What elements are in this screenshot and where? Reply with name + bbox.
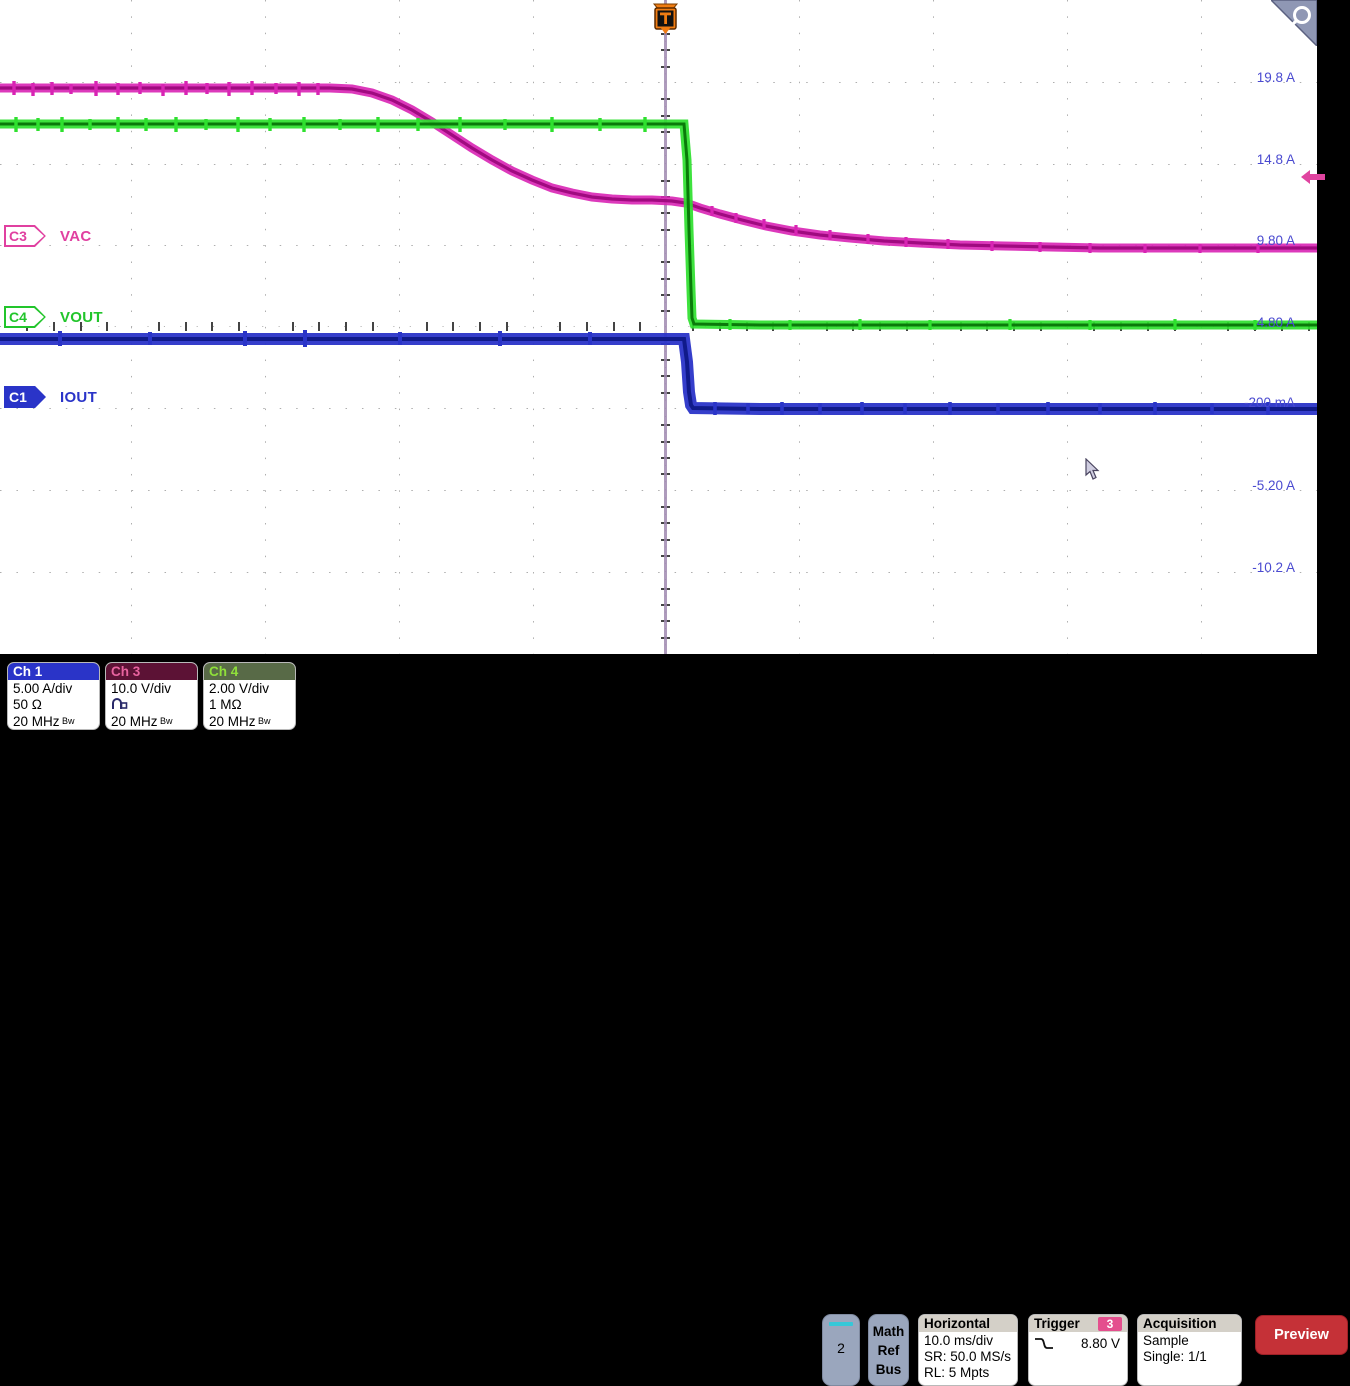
channel-card-ch3-title: Ch 3 (106, 663, 197, 680)
ch1-vertical-scale: 5.00 A/div (13, 681, 73, 696)
channel-marker-c1[interactable]: C1 IOUT (4, 386, 97, 408)
channel-2-button[interactable]: 2 (822, 1314, 860, 1386)
channel-marker-c3[interactable]: C3 VAC (4, 225, 91, 247)
trace-vout (0, 117, 1317, 330)
channel-card-ch1-body: 5.00 A/div 50 Ω 20 MHz Bw (8, 680, 99, 730)
record-length: RL: 5 Mpts (924, 1365, 990, 1381)
channel-card-ch1[interactable]: Ch 1 5.00 A/div 50 Ω 20 MHz Bw (7, 662, 100, 730)
scale-label-0: 19.8 A (1256, 70, 1295, 85)
scale-label-6: -10.2 A (1252, 560, 1295, 575)
ch1-bandwidth: 20 MHz Bw (13, 714, 75, 730)
ch4-vertical-scale: 2.00 V/div (209, 681, 270, 696)
dot-1 (1331, 322, 1339, 329)
channel-card-ch4-title: Ch 4 (204, 663, 295, 680)
scale-label-5: -5.20 A (1252, 478, 1295, 493)
acquisition-card[interactable]: Acquisition Sample Single: 1/1 (1137, 1314, 1242, 1386)
channel-card-ch3-body: 10.0 V/div 20 MHz Bw (106, 680, 197, 730)
channel-label-vac: VAC (60, 227, 92, 245)
waveform-traces (0, 81, 1317, 415)
horizontal-body: 10.0 ms/div SR: 50.0 MS/s RL: 5 Mpts (919, 1332, 1017, 1382)
ref-label: Ref (877, 1343, 900, 1358)
channel-card-ch3[interactable]: Ch 3 10.0 V/div 20 MHz Bw (105, 662, 198, 730)
trace-vac (0, 81, 1317, 253)
channel-card-ch4[interactable]: Ch 4 2.00 V/div 1 MΩ 20 MHz Bw (203, 662, 296, 730)
scale-label-4: -200 mA (1243, 395, 1295, 410)
ch3-vertical-scale: 10.0 V/div (111, 681, 172, 696)
channel-badge-c1-text: C1 (9, 389, 27, 405)
bottom-control-bar: Ch 1 5.00 A/div 50 Ω 20 MHz Bw Ch 3 10.0… (0, 654, 1350, 1386)
scale-label-1: 14.8 A (1256, 152, 1295, 167)
channel-badge-c1[interactable]: C1 (4, 386, 46, 408)
ch1-impedance: 50 Ω (13, 697, 42, 713)
channel-badge-c4-text: C4 (9, 309, 27, 325)
channel-badge-c4[interactable]: C4 (4, 306, 46, 328)
math-ref-bus-button[interactable]: Math Ref Bus (868, 1314, 909, 1386)
channel-2-label: 2 (837, 1340, 845, 1356)
acquisition-mode: Sample (1143, 1333, 1189, 1348)
falling-edge-icon (1034, 1337, 1054, 1354)
ch3-bandwidth: 20 MHz Bw (111, 714, 173, 730)
acquisition-title: Acquisition (1138, 1315, 1241, 1332)
channel-badge-c3[interactable]: C3 (4, 225, 46, 247)
trigger-title-row: 3 Trigger (1029, 1315, 1127, 1332)
dot-3 (1331, 355, 1339, 362)
oscilloscope-screen: C3 VAC C4 VOUT C1 IOUT 19.8 A 14.8 A 9.8… (0, 0, 1350, 1386)
side-menu-handle[interactable] (1324, 322, 1346, 362)
trigger-position-marker[interactable] (651, 2, 680, 35)
channel-card-ch1-title: Ch 1 (8, 663, 99, 680)
dot-2 (1331, 338, 1339, 346)
mouse-cursor (1085, 458, 1100, 480)
horizontal-title: Horizontal (919, 1315, 1017, 1332)
differential-probe-icon (111, 697, 192, 713)
bus-label: Bus (875, 1362, 902, 1377)
trigger-source-badge[interactable]: 3 (1098, 1316, 1122, 1331)
scale-label-2: 9.80 A (1256, 233, 1295, 248)
channel-label-iout: IOUT (60, 388, 98, 406)
math-label: Math (872, 1324, 905, 1339)
horizontal-scale: 10.0 ms/div (924, 1333, 994, 1348)
trigger-card[interactable]: 3 Trigger 8.80 V (1028, 1314, 1128, 1386)
channel-badge-c3-text: C3 (9, 228, 27, 244)
horizontal-card[interactable]: Horizontal 10.0 ms/div SR: 50.0 MS/s RL:… (918, 1314, 1018, 1386)
preview-button[interactable]: Preview (1255, 1315, 1348, 1355)
channel-card-ch4-body: 2.00 V/div 1 MΩ 20 MHz Bw (204, 680, 295, 730)
channel-2-color-line (829, 1322, 853, 1326)
trigger-title: Trigger (1034, 1316, 1080, 1331)
sample-rate: SR: 50.0 MS/s (924, 1349, 1012, 1365)
acquisition-body: Sample Single: 1/1 (1138, 1332, 1241, 1365)
trigger-body: 8.80 V (1029, 1332, 1127, 1354)
channel-marker-c4[interactable]: C4 VOUT (4, 306, 103, 328)
acquisition-sequence: Single: 1/1 (1143, 1349, 1207, 1365)
ch4-impedance: 1 MΩ (209, 697, 242, 713)
trigger-level-arrow[interactable] (1301, 168, 1325, 186)
scale-label-3: 4.80 A (1256, 315, 1295, 330)
zoom-area-icon[interactable] (1271, 0, 1317, 46)
channel-label-vout: VOUT (60, 308, 103, 326)
trigger-level: 8.80 V (1080, 1336, 1120, 1351)
trace-iout (0, 330, 1317, 415)
ch4-bandwidth: 20 MHz Bw (209, 714, 271, 730)
waveform-graticule[interactable]: C3 VAC C4 VOUT C1 IOUT 19.8 A 14.8 A 9.8… (0, 0, 1317, 654)
